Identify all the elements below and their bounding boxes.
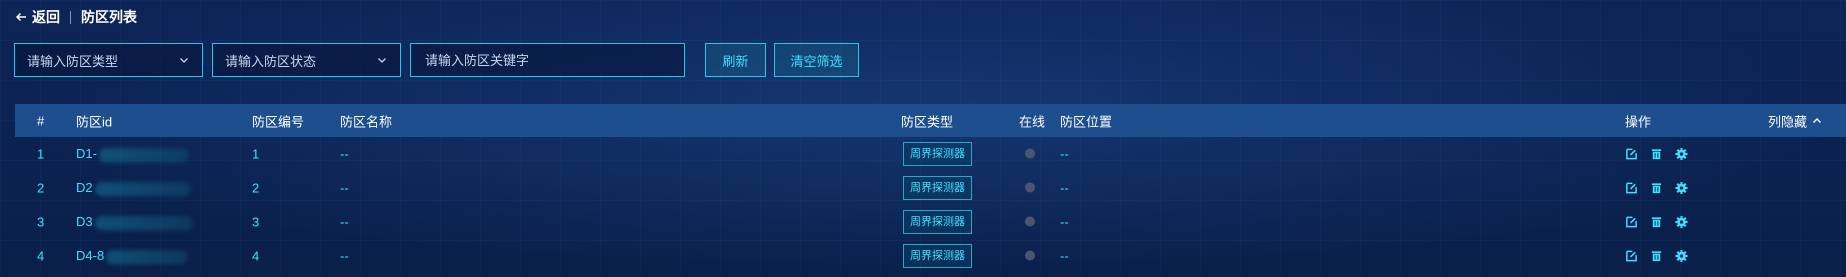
column-header-zone-code: 防区编号 bbox=[252, 114, 305, 129]
row-zone-code: 3 bbox=[252, 214, 260, 230]
redaction-mask bbox=[94, 215, 193, 230]
row-zone-location: -- bbox=[1060, 214, 1069, 230]
column-header-actions: 操作 bbox=[1625, 114, 1652, 129]
row-zone-location: -- bbox=[1060, 180, 1069, 196]
filter-bar: 请输入防区类型 请输入防区状态 刷新 清空筛选 bbox=[14, 43, 859, 77]
redaction-mask bbox=[106, 249, 189, 264]
table-row: 3 D3 3 -- 周界探测器 -- bbox=[15, 205, 1846, 239]
zone-id-text: D3 bbox=[76, 214, 93, 230]
edit-icon[interactable] bbox=[1625, 250, 1638, 263]
row-zone-type: 周界探测器 bbox=[903, 142, 972, 166]
chevron-up-icon bbox=[1813, 118, 1822, 123]
zone-type-select-placeholder: 请输入防区类型 bbox=[27, 53, 119, 69]
row-index: 4 bbox=[37, 248, 45, 264]
table-row: 4 D4-8 4 -- 周界探测器 -- bbox=[15, 239, 1846, 273]
edit-icon[interactable] bbox=[1625, 148, 1638, 161]
chevron-down-icon bbox=[180, 58, 188, 63]
column-header-zone-location: 防区位置 bbox=[1060, 114, 1113, 129]
row-zone-name: -- bbox=[340, 248, 349, 264]
column-header-zone-type: 防区类型 bbox=[901, 114, 954, 129]
redaction-mask bbox=[94, 181, 191, 196]
offline-status-dot bbox=[1025, 250, 1035, 261]
offline-status-dot bbox=[1025, 148, 1035, 159]
zone-status-select-placeholder: 请输入防区状态 bbox=[225, 53, 317, 69]
row-actions bbox=[1625, 215, 1688, 229]
table-header: # 防区id 防区编号 防区名称 防区类型 在线 防区位置 操作 列隐藏 bbox=[15, 104, 1846, 137]
trash-icon[interactable] bbox=[1650, 216, 1663, 229]
row-actions bbox=[1625, 249, 1688, 263]
row-zone-id: D1- bbox=[76, 146, 189, 162]
row-index: 1 bbox=[37, 146, 45, 162]
row-zone-code: 1 bbox=[252, 146, 260, 162]
page: 返回 防区列表 请输入防区类型 请输入防区状态 刷新 清空筛选 # 防区id 防… bbox=[0, 0, 1846, 277]
row-zone-id: D4-8 bbox=[76, 248, 189, 264]
zone-type-tag: 周界探测器 bbox=[903, 244, 972, 268]
row-zone-type: 周界探测器 bbox=[903, 176, 972, 200]
row-online-status bbox=[1025, 181, 1035, 196]
column-header-zone-name: 防区名称 bbox=[340, 114, 393, 129]
zone-type-select[interactable]: 请输入防区类型 bbox=[14, 43, 203, 77]
zone-id-text: D2 bbox=[76, 180, 93, 196]
row-online-status bbox=[1025, 215, 1035, 230]
clear-filters-button[interactable]: 清空筛选 bbox=[774, 43, 859, 77]
edit-icon[interactable] bbox=[1625, 182, 1638, 195]
arrow-left-icon bbox=[15, 12, 26, 22]
column-hide-label: 列隐藏 bbox=[1768, 114, 1808, 129]
zone-id-text: D1- bbox=[76, 146, 97, 162]
page-header: 返回 防区列表 bbox=[14, 6, 137, 28]
table-row: 2 D2 2 -- 周界探测器 -- bbox=[15, 171, 1846, 205]
row-zone-code: 4 bbox=[252, 248, 260, 264]
trash-icon[interactable] bbox=[1650, 148, 1663, 161]
column-header-online: 在线 bbox=[1019, 114, 1046, 129]
offline-status-dot bbox=[1025, 182, 1035, 193]
row-zone-type: 周界探测器 bbox=[903, 244, 972, 268]
back-button[interactable]: 返回 bbox=[14, 7, 60, 27]
gear-icon[interactable] bbox=[1675, 147, 1688, 161]
gear-icon[interactable] bbox=[1675, 249, 1688, 263]
row-zone-name: -- bbox=[340, 180, 349, 196]
offline-status-dot bbox=[1025, 216, 1035, 227]
back-label: 返回 bbox=[32, 9, 60, 25]
chevron-down-icon bbox=[378, 58, 386, 63]
zone-type-tag: 周界探测器 bbox=[903, 176, 972, 200]
trash-icon[interactable] bbox=[1650, 182, 1663, 195]
page-title: 防区列表 bbox=[81, 9, 137, 25]
gear-icon[interactable] bbox=[1675, 181, 1688, 195]
trash-icon[interactable] bbox=[1650, 250, 1663, 263]
zone-table: # 防区id 防区编号 防区名称 防区类型 在线 防区位置 操作 列隐藏 1 D… bbox=[15, 104, 1846, 273]
row-actions bbox=[1625, 147, 1688, 161]
row-zone-id: D2 bbox=[76, 180, 191, 196]
row-index: 2 bbox=[37, 180, 45, 196]
column-hide-toggle[interactable]: 列隐藏 bbox=[1768, 111, 1823, 130]
row-zone-name: -- bbox=[340, 214, 349, 230]
row-zone-id: D3 bbox=[76, 214, 193, 230]
zone-status-select[interactable]: 请输入防区状态 bbox=[212, 43, 401, 77]
row-zone-type: 周界探测器 bbox=[903, 210, 972, 234]
zone-type-tag: 周界探测器 bbox=[903, 142, 972, 166]
header-divider bbox=[70, 10, 71, 24]
column-header-zone-id: 防区id bbox=[76, 114, 113, 129]
row-index: 3 bbox=[37, 214, 45, 230]
gear-icon[interactable] bbox=[1675, 215, 1688, 229]
redaction-mask bbox=[98, 147, 189, 162]
row-zone-location: -- bbox=[1060, 248, 1069, 264]
row-online-status bbox=[1025, 249, 1035, 264]
row-zone-name: -- bbox=[340, 146, 349, 162]
row-actions bbox=[1625, 181, 1688, 195]
row-zone-code: 2 bbox=[252, 180, 260, 196]
zone-id-text: D4-8 bbox=[76, 248, 105, 264]
row-zone-location: -- bbox=[1060, 146, 1069, 162]
edit-icon[interactable] bbox=[1625, 216, 1638, 229]
refresh-button[interactable]: 刷新 bbox=[705, 43, 766, 77]
zone-keyword-input[interactable] bbox=[410, 43, 685, 77]
row-online-status bbox=[1025, 147, 1035, 162]
zone-type-tag: 周界探测器 bbox=[903, 210, 972, 234]
table-row: 1 D1- 1 -- 周界探测器 -- bbox=[15, 137, 1846, 171]
column-header-index: # bbox=[37, 113, 45, 128]
